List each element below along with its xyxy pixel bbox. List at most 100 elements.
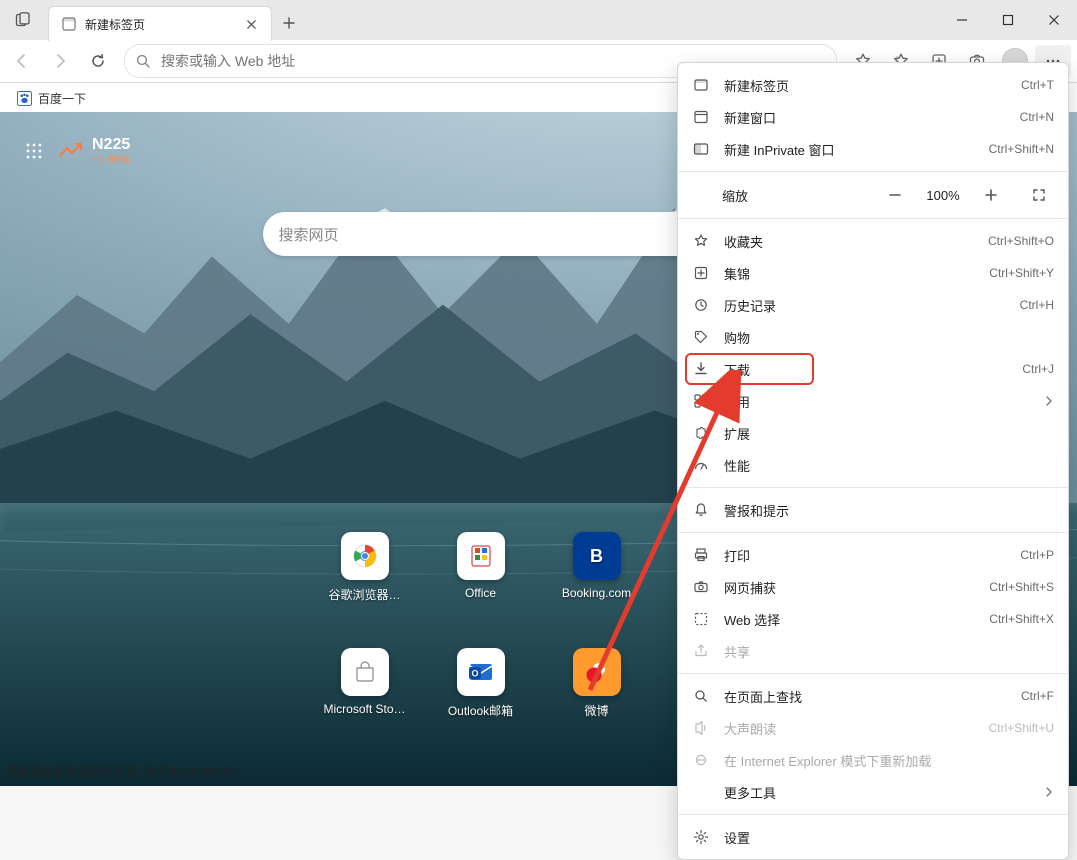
menu-alerts-label: 警报和提示	[724, 501, 1054, 520]
search-icon	[135, 53, 151, 69]
tile-label: Office	[465, 586, 496, 600]
window-close-button[interactable]	[1031, 0, 1077, 40]
menu-performance[interactable]: 性能	[678, 449, 1068, 481]
menu-new-window[interactable]: 新建窗口 Ctrl+N	[678, 101, 1068, 133]
menu-web-capture-label: 网页捕获	[724, 578, 975, 597]
menu-alerts[interactable]: 警报和提示	[678, 494, 1068, 526]
new-tab-button[interactable]	[272, 6, 306, 40]
zoom-percent: 100%	[918, 188, 968, 203]
menu-share-label: 共享	[724, 642, 1054, 661]
menu-history-shortcut: Ctrl+H	[1020, 298, 1054, 312]
menu-print[interactable]: 打印 Ctrl+P	[678, 539, 1068, 571]
share-icon	[692, 642, 710, 660]
svg-text:O: O	[471, 669, 478, 679]
newtab-favicon-icon	[61, 16, 77, 32]
tile-label: 微博	[584, 702, 608, 719]
menu-shopping-label: 购物	[724, 328, 1054, 347]
menu-new-tab-label: 新建标签页	[724, 76, 1007, 95]
star-icon	[692, 232, 710, 250]
menu-collections-shortcut: Ctrl+Shift+Y	[989, 266, 1054, 280]
menu-web-select[interactable]: Web 选择 Ctrl+Shift+X	[678, 603, 1068, 635]
menu-extensions[interactable]: 扩展	[678, 417, 1068, 449]
ntp-search-placeholder: 搜索网页	[279, 224, 339, 245]
fullscreen-button[interactable]	[1022, 181, 1056, 209]
menu-find-shortcut: Ctrl+F	[1021, 689, 1054, 703]
menu-separator	[678, 814, 1068, 815]
stock-widget[interactable]: N225 +0.95%	[58, 136, 130, 166]
read-aloud-icon	[692, 719, 710, 737]
menu-performance-label: 性能	[724, 456, 1054, 475]
menu-settings[interactable]: 设置	[678, 821, 1068, 853]
menu-new-tab[interactable]: 新建标签页 Ctrl+T	[678, 69, 1068, 101]
quick-link-tile[interactable]: OOutlook邮箱	[433, 648, 529, 740]
menu-more-tools[interactable]: 更多工具	[678, 776, 1068, 808]
menu-find[interactable]: 在页面上查找 Ctrl+F	[678, 680, 1068, 712]
footer-license: 增值电信业务经营许可证: 合字B2-20090007	[6, 763, 241, 780]
menu-separator	[678, 218, 1068, 219]
find-icon	[692, 687, 710, 705]
tab-title: 新建标签页	[85, 16, 233, 33]
menu-new-inprivate-label: 新建 InPrivate 窗口	[724, 140, 975, 159]
menu-history[interactable]: 历史记录 Ctrl+H	[678, 289, 1068, 321]
bookmark-item-baidu[interactable]: 百度一下	[10, 87, 92, 110]
print-icon	[692, 546, 710, 564]
baidu-favicon-icon	[16, 90, 32, 106]
menu-separator	[678, 487, 1068, 488]
menu-web-capture[interactable]: 网页捕获 Ctrl+Shift+S	[678, 571, 1068, 603]
window-maximize-button[interactable]	[985, 0, 1031, 40]
menu-settings-label: 设置	[724, 828, 1054, 847]
menu-collections[interactable]: 集锦 Ctrl+Shift+Y	[678, 257, 1068, 289]
menu-favorites-label: 收藏夹	[724, 232, 974, 251]
tile-icon	[341, 648, 389, 696]
menu-print-shortcut: Ctrl+P	[1020, 548, 1054, 562]
menu-new-window-shortcut: Ctrl+N	[1020, 110, 1054, 124]
menu-extensions-label: 扩展	[724, 424, 1054, 443]
zoom-out-button[interactable]	[878, 181, 912, 209]
stock-change: +0.95%	[92, 154, 130, 166]
tile-label: Booking.com	[562, 586, 631, 600]
capture-icon	[692, 578, 710, 596]
menu-new-inprivate[interactable]: 新建 InPrivate 窗口 Ctrl+Shift+N	[678, 133, 1068, 165]
menu-collections-label: 集锦	[724, 264, 975, 283]
bookmark-label: 百度一下	[38, 90, 86, 107]
quick-link-tile[interactable]: 谷歌浏览器…	[317, 532, 413, 624]
ntp-top-row: N225 +0.95%	[24, 136, 130, 166]
performance-icon	[692, 456, 710, 474]
zoom-in-button[interactable]	[974, 181, 1008, 209]
menu-new-tab-shortcut: Ctrl+T	[1021, 78, 1054, 92]
app-launcher-button[interactable]	[24, 141, 44, 161]
bell-icon	[692, 501, 710, 519]
tab-actions-button[interactable]	[0, 0, 46, 40]
trend-up-icon	[58, 142, 84, 160]
menu-find-label: 在页面上查找	[724, 687, 1007, 706]
stock-symbol: N225	[92, 136, 130, 154]
menu-shopping[interactable]: 购物	[678, 321, 1068, 353]
menu-read-aloud: 大声朗读 Ctrl+Shift+U	[678, 712, 1068, 744]
menu-web-select-shortcut: Ctrl+Shift+X	[989, 612, 1054, 626]
history-icon	[692, 296, 710, 314]
forward-button[interactable]	[42, 45, 78, 77]
quick-link-tile[interactable]: Microsoft Sto…	[317, 648, 413, 740]
chevron-right-icon	[1044, 396, 1054, 406]
tab-close-button[interactable]	[241, 14, 261, 34]
reload-button[interactable]	[80, 45, 116, 77]
menu-more-tools-label: 更多工具	[724, 783, 1030, 802]
quick-link-tile[interactable]: 微博	[549, 648, 645, 740]
window-minimize-button[interactable]	[939, 0, 985, 40]
menu-downloads-shortcut: Ctrl+J	[1022, 362, 1054, 376]
menu-downloads[interactable]: 下载 Ctrl+J	[678, 353, 1068, 385]
quick-link-tile[interactable]: B Booking.com	[549, 532, 645, 624]
select-icon	[692, 610, 710, 628]
back-button[interactable]	[4, 45, 40, 77]
tab-active[interactable]: 新建标签页	[48, 6, 272, 41]
menu-apps-label: 应用	[724, 392, 1030, 411]
menu-favorites[interactable]: 收藏夹 Ctrl+Shift+O	[678, 225, 1068, 257]
menu-web-capture-shortcut: Ctrl+Shift+S	[989, 580, 1054, 594]
tile-icon	[573, 648, 621, 696]
download-icon	[692, 360, 710, 378]
tile-icon: B	[573, 532, 621, 580]
gear-icon	[692, 828, 710, 846]
menu-apps[interactable]: 应用	[678, 385, 1068, 417]
quick-link-tile[interactable]: Office	[433, 532, 529, 624]
window-controls	[939, 0, 1077, 40]
